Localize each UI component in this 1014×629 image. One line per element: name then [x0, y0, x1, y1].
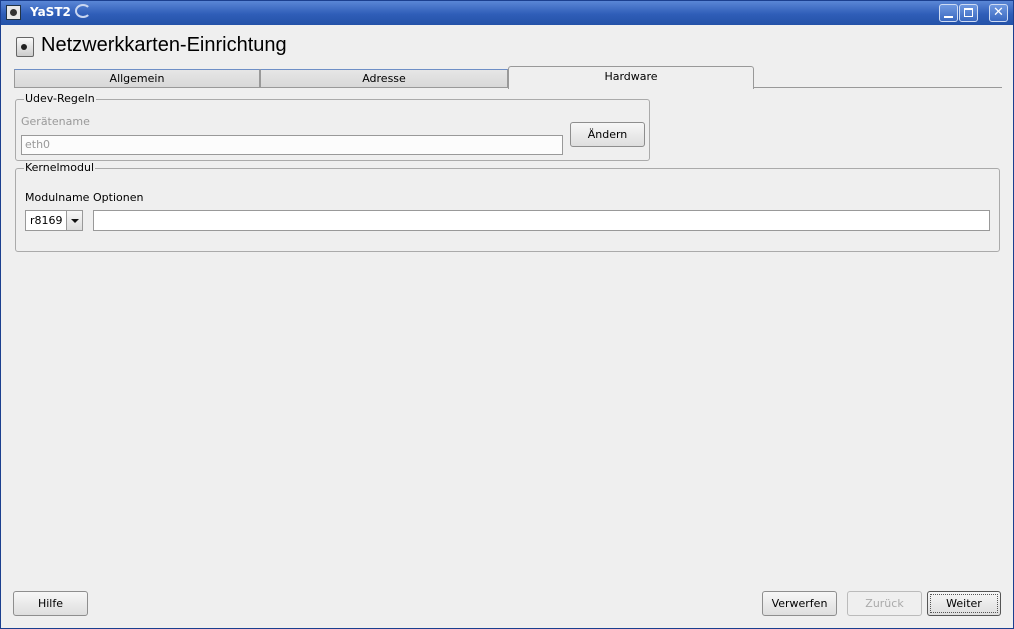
- discard-button[interactable]: Verwerfen: [762, 591, 837, 616]
- tab-baseline: [753, 87, 1002, 88]
- kernel-module-title: Kernelmodul: [24, 161, 96, 174]
- module-name-combo[interactable]: r8169: [25, 210, 83, 231]
- tab-adresse[interactable]: Adresse: [260, 69, 508, 88]
- minimize-button[interactable]: [939, 4, 958, 22]
- title-bar[interactable]: YaST2 ✕: [1, 1, 1013, 25]
- yast-app-icon[interactable]: [6, 5, 21, 20]
- window-title: YaST2: [30, 5, 71, 19]
- suse-swirl-icon: [75, 4, 91, 18]
- module-name-value: r8169: [30, 214, 63, 227]
- maximize-button[interactable]: [959, 4, 978, 22]
- device-name-field[interactable]: eth0: [21, 135, 563, 155]
- module-name-label: Modulname: [25, 191, 90, 204]
- back-button[interactable]: Zurück: [847, 591, 922, 616]
- options-label: Optionen: [93, 191, 144, 204]
- yast-window: YaST2 ✕ Netzwerkkarten-Einrichtung Allge…: [0, 0, 1014, 629]
- udev-rules-title: Udev-Regeln: [24, 92, 96, 105]
- network-card-icon: [16, 37, 34, 57]
- tab-hardware[interactable]: Hardware: [508, 66, 754, 89]
- chevron-down-icon[interactable]: [66, 211, 82, 230]
- tab-allgemein[interactable]: Allgemein: [14, 69, 260, 88]
- device-name-label: Gerätename: [21, 115, 90, 128]
- close-button[interactable]: ✕: [989, 4, 1008, 22]
- options-field[interactable]: [93, 210, 990, 231]
- page-title: Netzwerkkarten-Einrichtung: [41, 34, 287, 56]
- help-button[interactable]: Hilfe: [13, 591, 88, 616]
- next-button[interactable]: Weiter: [927, 591, 1001, 616]
- change-button[interactable]: Ändern: [570, 122, 645, 147]
